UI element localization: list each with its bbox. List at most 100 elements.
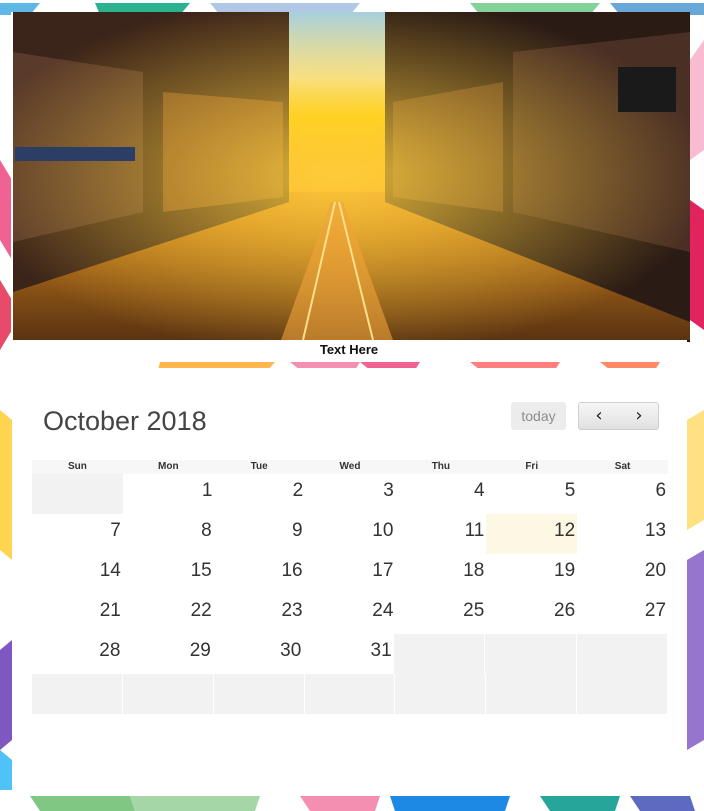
day-number: 3: [383, 480, 394, 501]
week-row: 14 15 16 17 18 19 20: [32, 554, 668, 594]
day-number: 19: [554, 560, 576, 581]
day-cell[interactable]: 23: [214, 594, 305, 634]
day-cell-empty: [122, 674, 214, 714]
day-cell[interactable]: 13: [577, 514, 668, 554]
weekday-thu: Thu: [431, 461, 451, 472]
day-number: 20: [644, 560, 667, 581]
day-number: 8: [201, 520, 212, 541]
day-number: 11: [464, 520, 485, 541]
day-cell[interactable]: 25: [395, 594, 486, 634]
day-cell[interactable]: 19: [486, 554, 577, 594]
chevron-left-icon: ‹: [595, 405, 603, 426]
day-number: 22: [190, 600, 212, 621]
day-number: 25: [463, 600, 485, 621]
day-number: 28: [99, 640, 121, 661]
day-cell[interactable]: 2: [214, 474, 305, 514]
next-month-button[interactable]: ›: [619, 403, 659, 429]
day-cell[interactable]: 6: [577, 474, 668, 514]
day-cell[interactable]: 29: [122, 634, 212, 674]
street-sunset-photo: [13, 12, 690, 342]
weekday-sat: Sat: [614, 461, 631, 472]
chevron-right-icon: ›: [635, 405, 643, 426]
day-number: 10: [372, 520, 394, 541]
day-cell[interactable]: 24: [305, 594, 396, 634]
week-row: 28 29 30 31: [32, 634, 668, 674]
week-row: 7 8 9 10 11 12 13: [32, 514, 668, 554]
day-number: 26: [554, 600, 576, 621]
day-number: 18: [463, 560, 485, 581]
day-number: 1: [201, 480, 213, 501]
day-cell[interactable]: 28: [32, 634, 122, 674]
calendar: October 2018 today ‹ › Sun Mon Tue Wed T…: [12, 368, 687, 773]
day-cell[interactable]: 31: [303, 634, 393, 674]
photo-card: [11, 12, 690, 342]
day-number: 23: [281, 600, 303, 621]
day-cell[interactable]: 5: [487, 474, 578, 514]
weekday-sun: Sun: [67, 461, 87, 472]
day-number: 16: [281, 560, 303, 581]
day-cell[interactable]: 11: [395, 514, 486, 554]
photo-caption: Text Here: [319, 342, 379, 357]
month-navigation: ‹ ›: [578, 402, 659, 430]
day-number: 29: [189, 640, 211, 661]
caption-bar: Text Here: [11, 340, 687, 362]
day-number: 17: [372, 560, 394, 581]
day-number: 12: [554, 520, 576, 541]
day-cell-empty: [395, 674, 487, 714]
day-cell-empty: [485, 634, 577, 674]
day-cell[interactable]: 20: [577, 554, 668, 594]
day-number: 2: [292, 480, 304, 501]
day-cell[interactable]: 7: [32, 514, 123, 554]
day-cell[interactable]: 22: [123, 594, 214, 634]
weekday-fri: Fri: [525, 461, 539, 472]
day-number: 31: [370, 640, 392, 661]
day-number: 27: [644, 600, 667, 621]
day-number: 15: [190, 560, 212, 581]
day-cell-empty: [32, 674, 123, 714]
day-cell[interactable]: 1: [124, 474, 215, 514]
day-cell[interactable]: 17: [305, 554, 396, 594]
week-row: [32, 674, 669, 714]
day-cell-today[interactable]: 12: [486, 514, 578, 554]
day-cell[interactable]: 9: [214, 514, 305, 554]
day-cell[interactable]: 16: [214, 554, 305, 594]
weekday-wed: Wed: [339, 461, 361, 472]
day-cell-empty: [393, 634, 486, 674]
month-grid: Sun Mon Tue Wed Thu Fri Sat 1 2 3 4 5 6 …: [32, 460, 669, 714]
day-number: 21: [99, 600, 121, 621]
day-number: 24: [372, 600, 394, 621]
day-cell[interactable]: 3: [305, 474, 396, 514]
day-number: 9: [292, 520, 303, 541]
day-number: 30: [280, 640, 302, 661]
calendar-title: October 2018: [43, 406, 207, 436]
day-cell[interactable]: 10: [305, 514, 396, 554]
day-cell[interactable]: 18: [395, 554, 486, 594]
day-cell-empty: [576, 634, 668, 674]
today-button[interactable]: today: [511, 402, 566, 430]
day-cell-empty: [304, 674, 396, 714]
day-cell[interactable]: 15: [123, 554, 214, 594]
week-row: 1 2 3 4 5 6: [32, 474, 668, 514]
day-number: 13: [644, 520, 667, 541]
day-cell-empty: [486, 674, 578, 714]
day-cell[interactable]: 21: [32, 594, 123, 634]
day-cell-empty: [32, 474, 124, 514]
day-cell[interactable]: 14: [32, 554, 123, 594]
weekday-tue: Tue: [250, 461, 268, 472]
weekday-header: Sun Mon Tue Wed Thu Fri Sat: [32, 460, 668, 474]
day-number: 6: [655, 480, 667, 501]
day-cell[interactable]: 27: [577, 594, 668, 634]
day-cell[interactable]: 26: [486, 594, 577, 634]
day-number: 14: [99, 560, 121, 581]
prev-month-button[interactable]: ‹: [579, 403, 619, 429]
day-cell-empty: [577, 674, 669, 714]
day-cell[interactable]: 4: [396, 474, 487, 514]
day-cell-empty: [213, 674, 305, 714]
day-number: 7: [110, 520, 121, 541]
day-cell[interactable]: 8: [123, 514, 214, 554]
day-cell[interactable]: 30: [213, 634, 303, 674]
weekday-mon: Mon: [158, 461, 179, 472]
day-number: 4: [474, 480, 485, 501]
week-row: 21 22 23 24 25 26 27: [32, 594, 668, 634]
day-number: 5: [564, 480, 576, 501]
